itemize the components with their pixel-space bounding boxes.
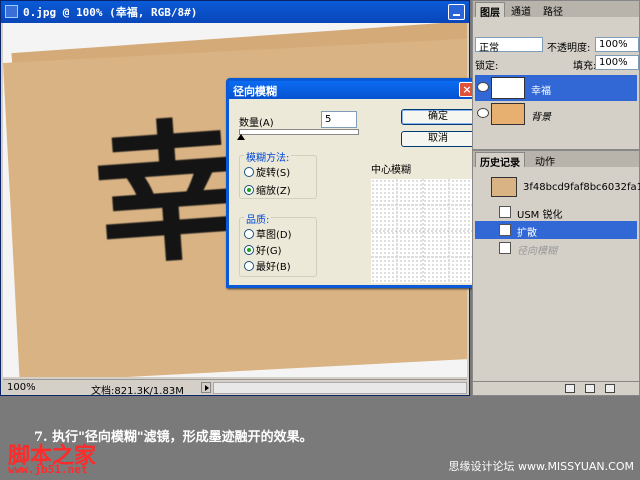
quality-title: 品质:	[244, 211, 272, 226]
radio-zoom[interactable]: 缩放(Z)	[244, 182, 291, 197]
eye-icon[interactable]	[477, 108, 489, 118]
history-item[interactable]: 径向模糊	[475, 239, 637, 257]
history-item-name: 径向模糊	[517, 246, 557, 257]
history-step-icon	[499, 242, 511, 254]
amount-slider[interactable]	[239, 129, 359, 135]
radio-selected-icon	[244, 245, 254, 255]
layer-thumbnail	[491, 77, 525, 99]
radio-icon	[244, 261, 254, 271]
eye-icon[interactable]	[477, 82, 489, 92]
cancel-button[interactable]: 取消	[401, 131, 475, 147]
history-tabs: 历史记录 动作	[473, 151, 639, 169]
layer-name: 背景	[531, 112, 551, 123]
center-label: 中心模糊	[371, 165, 411, 176]
photoshop-doc-icon	[5, 5, 18, 18]
trash-icon[interactable]	[605, 384, 615, 393]
radio-icon	[244, 229, 254, 239]
tab-channels[interactable]: 通道	[507, 2, 535, 18]
new-snapshot-icon[interactable]	[565, 384, 575, 393]
radio-selected-icon	[244, 185, 254, 195]
minimize-button[interactable]	[448, 4, 465, 20]
history-item[interactable]: 扩散	[475, 221, 637, 239]
watermark-url: www.jb51.net	[8, 463, 88, 476]
lock-label: 锁定:	[475, 61, 499, 72]
dialog-title: 径向模糊	[229, 81, 477, 99]
radio-label: 缩放(Z)	[256, 186, 291, 197]
snapshot-thumbnail	[491, 177, 517, 197]
history-step-icon	[499, 206, 511, 218]
slider-thumb-icon[interactable]	[237, 134, 245, 140]
history-item-name: 扩散	[517, 228, 537, 239]
radio-label: 最好(B)	[256, 262, 291, 273]
layer-row[interactable]: 背景	[475, 101, 637, 127]
snapshot-name: 3f48bcd9faf8bc6032fa1...	[523, 182, 640, 193]
opacity-label: 不透明度:	[547, 43, 591, 54]
radio-label: 旋转(S)	[256, 168, 291, 179]
radio-spin[interactable]: 旋转(S)	[244, 164, 290, 179]
history-step-icon	[499, 224, 511, 236]
blur-center-preview[interactable]	[371, 179, 475, 283]
opacity-input[interactable]: 100%	[595, 37, 639, 52]
ok-button[interactable]: 确定	[401, 109, 475, 125]
layer-thumbnail	[491, 103, 525, 125]
document-title: 0.jpg @ 100% (幸福, RGB/8#)	[23, 6, 198, 19]
document-title-bar[interactable]: 0.jpg @ 100% (幸福, RGB/8#)	[1, 1, 469, 23]
layer-name: 幸福	[531, 86, 551, 97]
radio-draft[interactable]: 草图(D)	[244, 226, 292, 241]
layers-tabs: 图层 通道 路径	[473, 1, 639, 19]
document-size: 文档:821.3K/1.83M	[91, 386, 184, 397]
blend-mode-select[interactable]: 正常	[475, 37, 543, 54]
layer-row[interactable]: 幸福	[475, 75, 637, 101]
zoom-level[interactable]: 100%	[7, 382, 36, 393]
blur-method-group: 模糊方法: 旋转(S) 缩放(Z)	[239, 149, 317, 199]
new-document-icon[interactable]	[585, 384, 595, 393]
radio-label: 好(G)	[256, 246, 282, 257]
preview-grid	[371, 179, 475, 283]
radial-blur-dialog: 径向模糊 × 数量(A) 5 确定 取消 模糊方法: 旋转(S) 缩放(Z) 品…	[226, 78, 480, 288]
amount-input[interactable]: 5	[321, 111, 357, 128]
history-panel-footer	[473, 381, 639, 395]
radio-icon	[244, 167, 254, 177]
radio-best[interactable]: 最好(B)	[244, 258, 291, 273]
tab-actions[interactable]: 动作	[531, 152, 559, 168]
amount-label: 数量(A)	[239, 118, 274, 129]
history-item[interactable]: USM 锐化	[475, 203, 637, 221]
fill-label: 填充:	[573, 61, 597, 72]
status-bar: 100% 文档:821.3K/1.83M	[3, 379, 467, 397]
tab-history[interactable]: 历史记录	[475, 152, 525, 169]
fill-input[interactable]: 100%	[595, 55, 639, 70]
history-panel: 历史记录 动作 3f48bcd9faf8bc6032fa1... USM 锐化 …	[472, 150, 640, 396]
blur-method-title: 模糊方法:	[244, 149, 292, 164]
status-menu-arrow-icon[interactable]	[201, 382, 211, 393]
radio-good[interactable]: 好(G)	[244, 242, 282, 257]
tab-paths[interactable]: 路径	[539, 2, 567, 18]
history-snapshot[interactable]: 3f48bcd9faf8bc6032fa1...	[475, 177, 640, 199]
tab-layers[interactable]: 图层	[475, 2, 505, 19]
radio-label: 草图(D)	[256, 230, 292, 241]
watermark-forum: 思缘设计论坛 www.MISSYUAN.COM	[448, 460, 634, 473]
quality-group: 品质: 草图(D) 好(G) 最好(B)	[239, 211, 317, 277]
layers-panel: 图层 通道 路径 正常 不透明度: 100% 锁定: 填充: 100% 幸福 背…	[472, 0, 640, 150]
history-item-name: USM 锐化	[517, 210, 563, 221]
horizontal-scrollbar[interactable]	[213, 382, 467, 394]
